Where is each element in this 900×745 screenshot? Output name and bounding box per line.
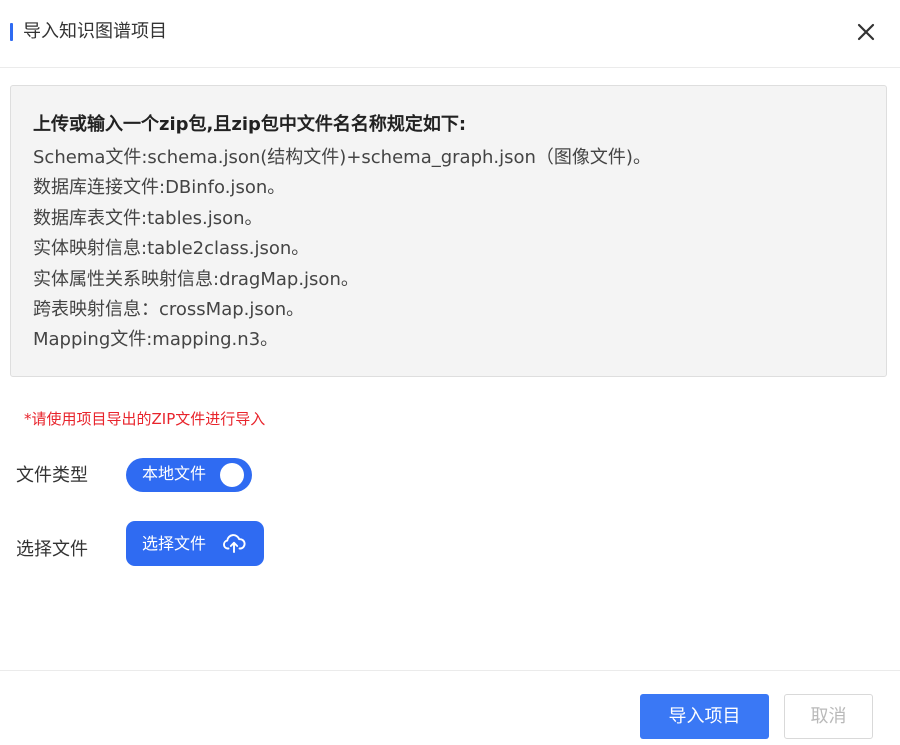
cancel-button-label: 取消: [810, 706, 847, 727]
info-line-dbinfo: 数据库连接文件:DBinfo.json。: [33, 177, 286, 199]
file-naming-info-box: 上传或输入一个zip包,且zip包中文件名名称规定如下: Schema文件:sc…: [10, 85, 887, 377]
cancel-button[interactable]: 取消: [784, 694, 873, 739]
info-line-mapping: Mapping文件:mapping.n3。: [33, 329, 279, 351]
file-type-label: 文件类型: [16, 465, 88, 486]
select-file-button-label: 选择文件: [142, 534, 207, 553]
close-icon[interactable]: [852, 18, 880, 46]
import-project-button[interactable]: 导入项目: [640, 694, 769, 739]
info-line-dragmap: 实体属性关系映射信息:dragMap.json。: [33, 268, 359, 290]
info-line-table2class: 实体映射信息:table2class.json。: [33, 238, 310, 260]
info-line-schema: Schema文件:schema.json(结构文件)+schema_graph.…: [33, 147, 651, 168]
info-line-crossmap: 跨表映射信息：crossMap.json。: [33, 299, 305, 321]
import-warning-text: *请使用项目导出的ZIP文件进行导入: [24, 410, 266, 428]
info-line-tables: 数据库表文件:tables.json。: [33, 207, 263, 229]
cloud-upload-icon: [222, 532, 246, 554]
import-dialog: 导入知识图谱项目 上传或输入一个zip包,且zip包中文件名名称规定如下: Sc…: [0, 0, 900, 745]
dialog-footer: 导入项目 取消: [0, 670, 900, 745]
select-file-label: 选择文件: [16, 539, 88, 560]
dialog-header: 导入知识图谱项目: [0, 0, 900, 68]
info-heading: 上传或输入一个zip包,且zip包中文件名名称规定如下:: [33, 114, 467, 135]
dialog-title: 导入知识图谱项目: [23, 21, 167, 42]
file-type-toggle-label: 本地文件: [142, 464, 207, 483]
import-project-button-label: 导入项目: [668, 706, 741, 727]
file-type-toggle[interactable]: 本地文件: [126, 458, 252, 492]
toggle-knob: [220, 463, 244, 487]
select-file-button[interactable]: 选择文件: [126, 521, 264, 566]
title-accent-bar: [10, 23, 13, 41]
